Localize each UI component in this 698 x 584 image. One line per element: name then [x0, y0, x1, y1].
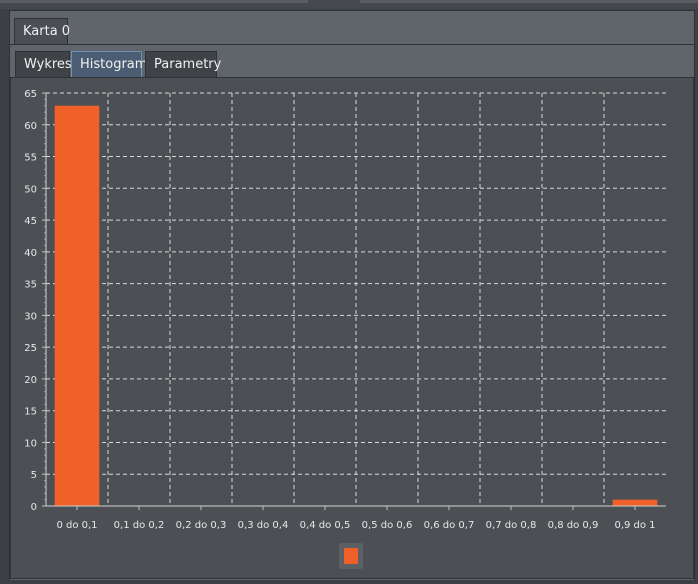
y-tick-label: 5 [31, 470, 37, 481]
x-tick-label: 0,2 do 0,3 [176, 520, 227, 531]
y-tick-label: 45 [24, 216, 37, 227]
x-tick-label: 0,5 do 0,6 [362, 520, 413, 531]
x-tick-label: 0,9 do 1 [614, 520, 655, 531]
histogram-bar [612, 499, 658, 506]
x-tick-label: 0,8 do 0,9 [548, 520, 599, 531]
x-tick-label: 0,6 do 0,7 [424, 520, 475, 531]
y-tick-label: 20 [24, 375, 37, 386]
legend-swatch [344, 548, 358, 564]
y-tick-label: 0 [31, 502, 37, 513]
x-tick-label: 0,1 do 0,2 [114, 520, 165, 531]
histogram-bar [54, 105, 100, 506]
chart-labels: 0 5 10 15 20 25 30 35 40 45 50 55 60 65 0 do 0,1 0,1 do… [24, 89, 655, 531]
x-tick-label: 0 do 0,1 [56, 520, 97, 531]
x-tick-label: 0,7 do 0,8 [486, 520, 537, 531]
y-tick-label: 65 [24, 89, 37, 100]
y-tick-label: 50 [24, 184, 37, 195]
chart-axes [42, 92, 666, 510]
histogram-chart: 0 5 10 15 20 25 30 35 40 45 50 55 60 65 0 do 0,1 0,1 do… [24, 89, 666, 531]
y-tick-label: 60 [24, 121, 37, 132]
y-tick-label: 15 [24, 407, 37, 418]
y-tick-label: 30 [24, 311, 37, 322]
x-tick-label: 0,3 do 0,4 [238, 520, 289, 531]
y-tick-label: 40 [24, 248, 37, 259]
y-tick-label: 10 [24, 438, 37, 449]
y-tick-label: 55 [24, 153, 37, 164]
y-tick-label: 35 [24, 280, 37, 291]
x-tick-label: 0,4 do 0,5 [300, 520, 351, 531]
chart-grid [46, 92, 666, 506]
y-tick-label: 25 [24, 343, 37, 354]
legend [339, 543, 363, 569]
